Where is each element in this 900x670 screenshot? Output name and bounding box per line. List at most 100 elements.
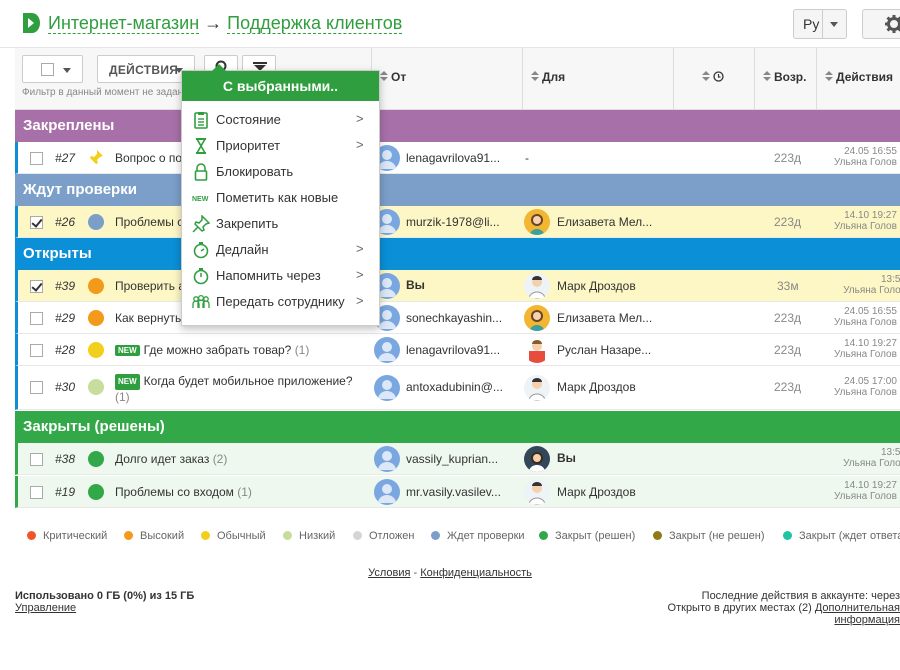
app-logo-icon[interactable]	[22, 13, 40, 33]
column-age[interactable]: Возр.	[754, 48, 816, 109]
menu-item-block[interactable]: Блокировать	[182, 159, 379, 185]
breadcrumb-support[interactable]: Поддержка клиентов	[227, 13, 403, 34]
menu-item-assign[interactable]: Передать сотруднику >	[182, 289, 379, 315]
ticket-number: #39	[55, 279, 76, 293]
bulk-actions-menu: С выбранными.. Состояние > Приоритет > Б…	[181, 70, 380, 326]
last-activity: Последние действия в аккаунте: через	[701, 590, 900, 602]
row-checkbox[interactable]	[30, 312, 43, 325]
ticket-subject[interactable]: Когда будет мобильное приложение?	[144, 374, 353, 388]
status-dot	[88, 451, 104, 467]
ticket-to[interactable]: Марк Дроздов	[557, 485, 636, 499]
sort-icon	[763, 71, 771, 82]
column-age-label: Возр.	[774, 70, 807, 84]
ticket-subject[interactable]: Где можно забрать товар?	[144, 343, 292, 357]
menu-item-pin[interactable]: Закрепить	[182, 211, 379, 237]
select-all-checkbox[interactable]	[41, 63, 54, 76]
terms-link[interactable]: Условия	[368, 567, 410, 579]
breadcrumb-arrow: →	[204, 13, 223, 33]
table-row[interactable]: #29 Как вернуть sonechkayashin... Елизав…	[15, 302, 900, 334]
menu-title: С выбранными..	[182, 71, 379, 101]
row-checkbox[interactable]	[30, 280, 43, 293]
ticket-to[interactable]: Елизавета Мел...	[557, 215, 652, 229]
ticket-subject[interactable]: Проверить а	[115, 279, 185, 293]
lock-icon	[194, 163, 208, 181]
legend-item: Критический	[27, 530, 107, 542]
ticket-from[interactable]: lenagavrilova91...	[406, 343, 500, 357]
manage-link[interactable]: Управление	[15, 602, 76, 614]
ticket-from[interactable]: vassily_kuprian...	[406, 452, 498, 466]
row-checkbox[interactable]	[30, 453, 43, 466]
ticket-subject[interactable]: Долго идет заказ	[115, 452, 209, 466]
ticket-date: 24.05 16:55	[844, 146, 897, 157]
more-info-link[interactable]: Дополнительная	[815, 602, 900, 614]
select-all-dropdown[interactable]	[22, 55, 83, 83]
legend-label: Отложен	[369, 530, 415, 542]
status-dot	[88, 214, 104, 230]
info-link[interactable]: информация	[834, 614, 900, 626]
breadcrumb: Интернет-магазин → Поддержка клиентов	[48, 13, 403, 34]
table-row[interactable]: #19 Проблемы со входом (1) mr.vasily.vas…	[15, 476, 900, 508]
ticket-subject[interactable]: Проблемы со входом	[115, 485, 234, 499]
ticket-subject[interactable]: Проблемы с	[115, 215, 183, 229]
legend-dot	[283, 531, 292, 540]
status-legend: Критический Высокий Обычный Низкий Отлож…	[15, 528, 900, 546]
menu-item-mark-new[interactable]: NEW Пометить как новые	[182, 185, 379, 211]
ticket-from[interactable]: Вы	[406, 278, 425, 292]
chevron-down-icon	[830, 22, 838, 27]
ticket-age: 223д	[774, 380, 802, 394]
menu-item-priority[interactable]: Приоритет >	[182, 133, 379, 159]
legend-item: Отложен	[353, 530, 414, 542]
legend-dot	[431, 531, 440, 540]
column-actions[interactable]: Действия	[816, 48, 900, 109]
column-time[interactable]	[673, 48, 754, 109]
settings-button[interactable]	[862, 9, 900, 39]
row-checkbox[interactable]	[30, 152, 43, 165]
ticket-from[interactable]: lenagavrilova91...	[406, 151, 500, 165]
menu-item-status[interactable]: Состояние >	[182, 107, 379, 133]
ticket-subject[interactable]: Вопрос о пос	[115, 151, 188, 165]
table-row[interactable]: #26 Проблемы с murzik-1978@li... Елизаве…	[15, 206, 900, 238]
legend-label: Низкий	[299, 530, 336, 542]
chevron-down-icon	[63, 68, 71, 73]
avatar	[374, 337, 400, 363]
table-row[interactable]: #38 Долго идет заказ (2) vassily_kuprian…	[15, 443, 900, 475]
menu-item-deadline[interactable]: Дедлайн >	[182, 237, 379, 263]
row-checkbox[interactable]	[30, 486, 43, 499]
language-select[interactable]: Ру	[793, 9, 847, 39]
ticket-to[interactable]: Марк Дроздов	[557, 279, 636, 293]
legend-dot	[353, 531, 362, 540]
ticket-to[interactable]: Вы	[557, 451, 576, 465]
ticket-from[interactable]: murzik-1978@li...	[406, 215, 500, 229]
column-to[interactable]: Для	[522, 48, 673, 109]
ticket-number: #29	[55, 311, 76, 325]
menu-item-remind[interactable]: Напомнить через >	[182, 263, 379, 289]
ticket-from[interactable]: antoxadubinin@...	[406, 380, 503, 394]
ticket-number: #19	[55, 485, 76, 499]
table-row[interactable]: #39 Проверить а Вы Марк Дроздов 33м 13:5…	[15, 270, 900, 302]
ticket-to[interactable]: Руслан Назаре...	[557, 343, 651, 357]
gear-icon	[885, 15, 900, 33]
ticket-subject[interactable]: Как вернуть	[115, 311, 181, 325]
ticket-date: 24.05 17:00	[844, 376, 897, 387]
table-row[interactable]: #28 NEW Где можно забрать товар? (1) lena…	[15, 334, 900, 366]
ticket-from[interactable]: sonechkayashin...	[406, 311, 502, 325]
table-row[interactable]: #27 Вопрос о пос lenagavrilova91... - 22…	[15, 142, 900, 174]
status-dot	[88, 310, 104, 326]
ticket-age: 223д	[774, 343, 802, 357]
ticket-count: (1)	[237, 485, 252, 499]
row-checkbox[interactable]	[30, 216, 43, 229]
menu-item-label: Блокировать	[216, 164, 294, 179]
footer-links: Условия - Конфиденциальность	[0, 567, 900, 579]
avatar	[524, 209, 550, 235]
row-checkbox[interactable]	[30, 381, 43, 394]
breadcrumb-store[interactable]: Интернет-магазин	[48, 13, 200, 34]
legend-item: Закрыт (решен)	[539, 530, 635, 542]
table-row[interactable]: #30 NEW Когда будет мобильное приложение?…	[15, 366, 900, 410]
section-title: Ждут проверки	[23, 181, 137, 198]
ticket-to[interactable]: Марк Дроздов	[557, 380, 636, 394]
column-from[interactable]: От	[371, 48, 522, 109]
privacy-link[interactable]: Конфиденциальность	[420, 567, 532, 579]
ticket-to[interactable]: Елизавета Мел...	[557, 311, 652, 325]
row-checkbox[interactable]	[30, 344, 43, 357]
ticket-from[interactable]: mr.vasily.vasilev...	[406, 485, 501, 499]
